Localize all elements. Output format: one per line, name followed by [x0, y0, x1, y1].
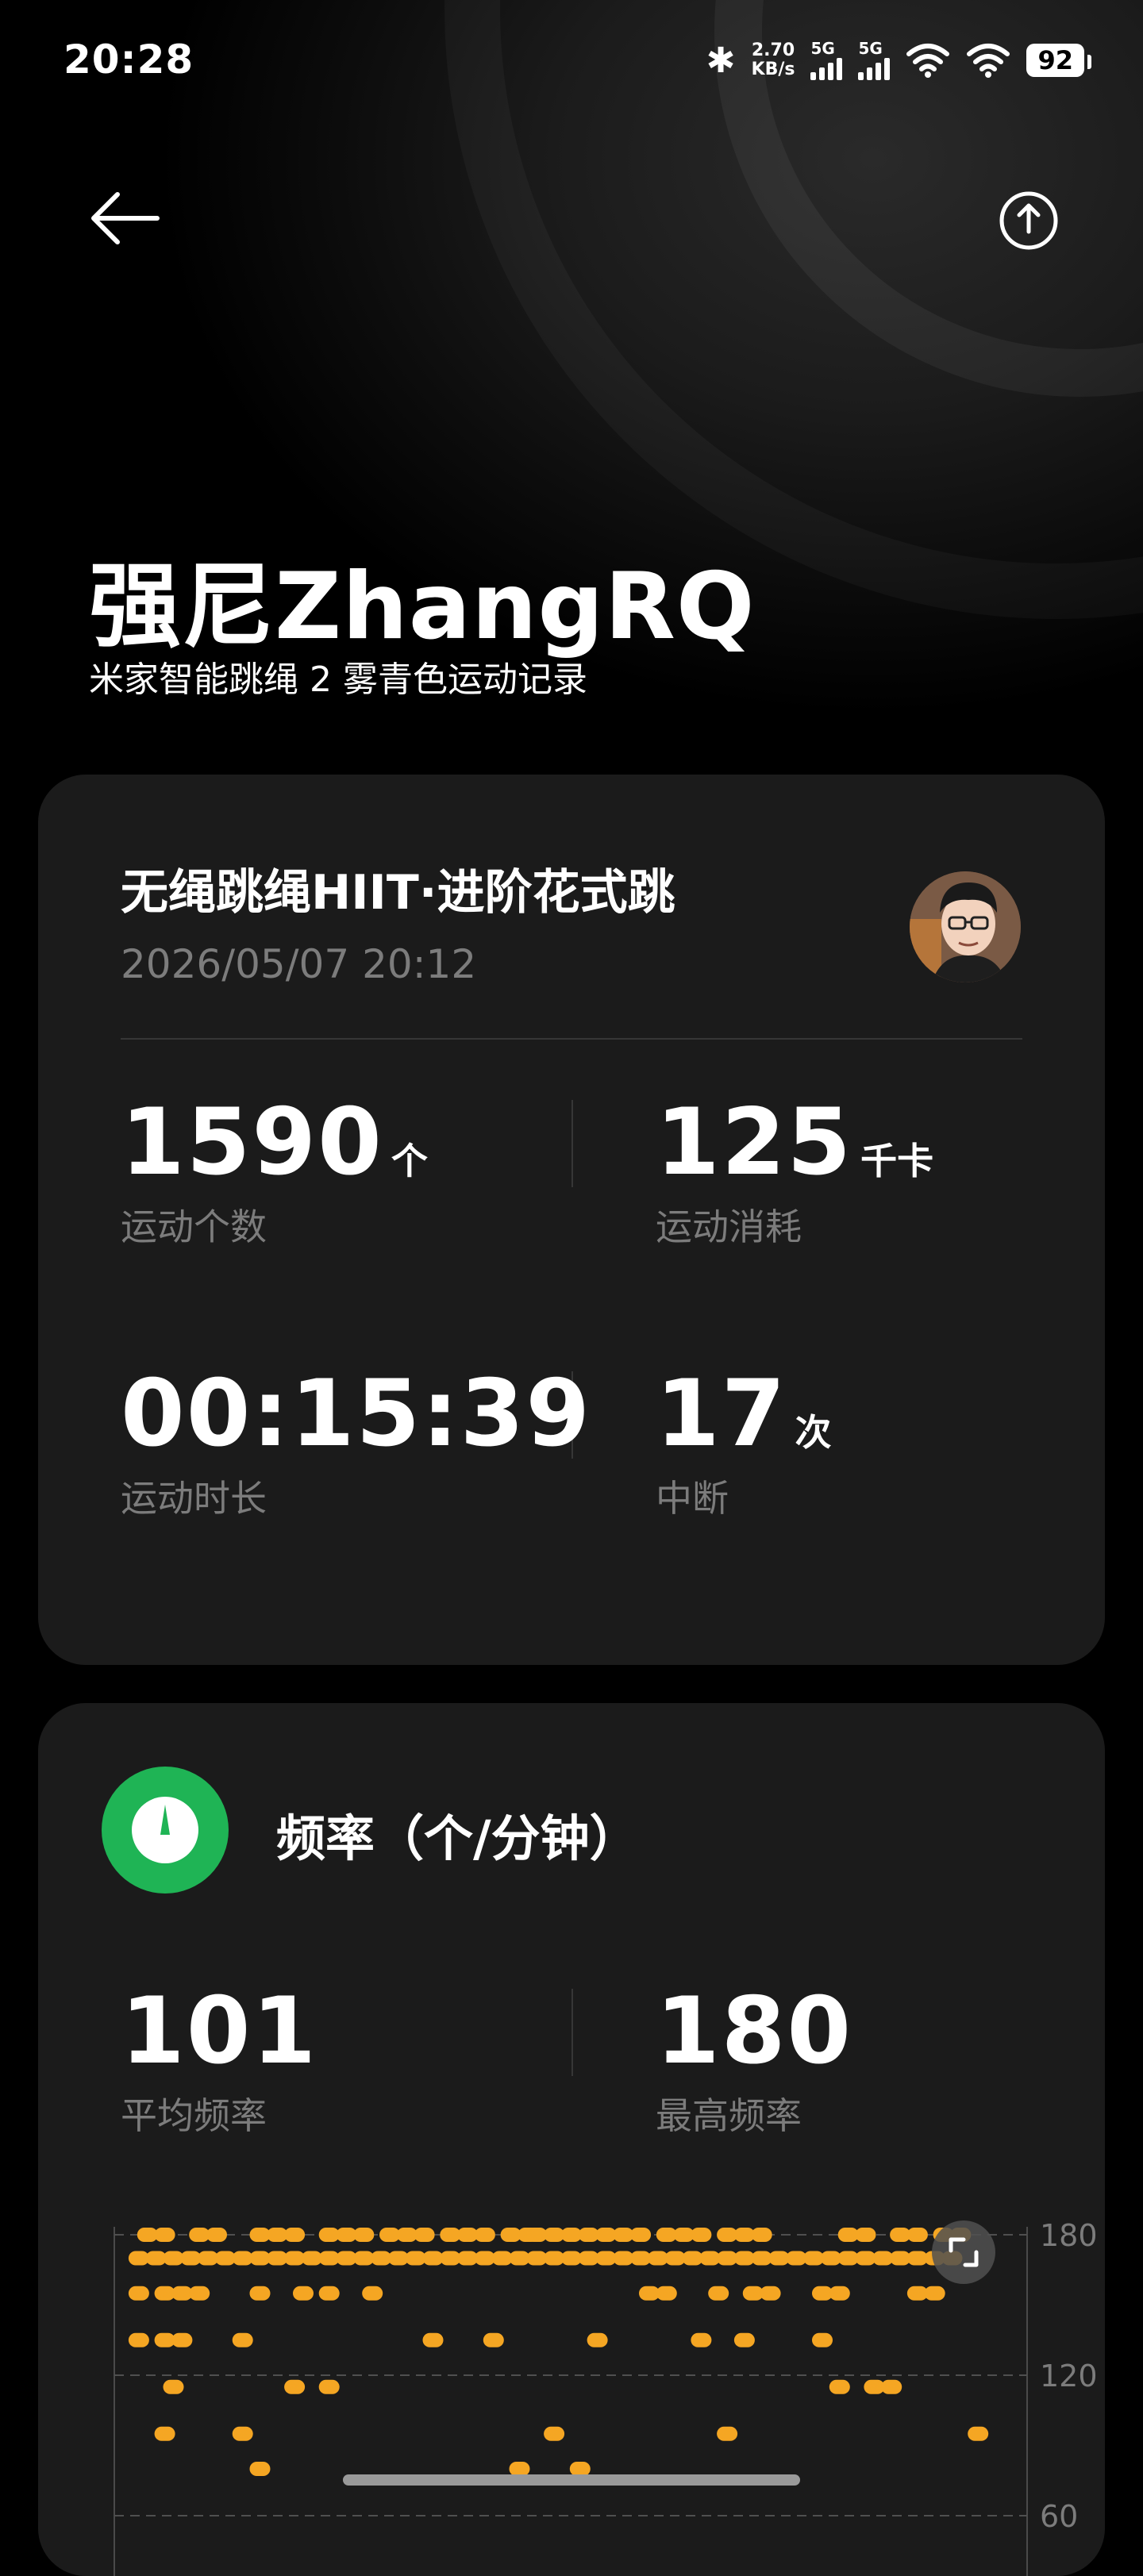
chart-point	[855, 2228, 876, 2242]
chart-point	[924, 2286, 945, 2301]
chart-point	[284, 2228, 306, 2242]
chart-point	[881, 2379, 902, 2394]
signal-icon: 5G	[810, 39, 843, 80]
chart-point	[206, 2228, 227, 2242]
chart-point	[154, 2426, 175, 2441]
stat-calories-label: 运动消耗	[656, 1205, 802, 1248]
chart-point	[128, 2286, 149, 2301]
network-speed-value: 2.70	[751, 40, 795, 60]
chart-point	[691, 2332, 712, 2347]
chart-point	[232, 2426, 253, 2441]
chart-point	[353, 2228, 375, 2242]
chart-point	[656, 2286, 677, 2301]
chart-point	[128, 2332, 149, 2347]
chart-point	[829, 2379, 850, 2394]
status-icons: ✱ 2.70 KB/s 5G 5G 92	[706, 37, 1091, 84]
chart-point	[318, 2379, 340, 2394]
divider	[121, 1038, 1022, 1040]
frequency-card: 频率（个/分钟） 101 平均频率 180 最高频率 180 120 60	[38, 1703, 1105, 2576]
page-title: 强尼ZhangRQ	[89, 553, 756, 660]
status-bar: 20:28 ✱ 2.70 KB/s 5G 5G 92	[0, 0, 1143, 127]
bluetooth-icon: ✱	[706, 40, 736, 81]
chart-point	[189, 2286, 210, 2301]
stat-interruptions: 17 次	[656, 1360, 832, 1467]
chart-point	[829, 2286, 850, 2301]
wifi-icon	[906, 44, 950, 78]
signal-icon: 5G	[858, 39, 891, 80]
stat-duration: 00:15:39	[121, 1360, 592, 1467]
network-speed-unit: KB/s	[751, 60, 795, 79]
chart-point	[691, 2228, 712, 2242]
sim2-label: 5G	[858, 39, 883, 58]
chart-y-tick-label: 120	[1040, 2359, 1098, 2393]
chart-point	[154, 2228, 175, 2242]
chart-y-tick-label: 60	[1040, 2499, 1078, 2534]
chart-point	[544, 2426, 565, 2441]
chart-point	[232, 2332, 253, 2347]
chart-point	[163, 2379, 184, 2394]
chart-point	[249, 2462, 271, 2476]
chart-point	[249, 2286, 271, 2301]
page-subtitle: 米家智能跳绳 2 雾青色运动记录	[89, 659, 587, 700]
network-speed: 2.70 KB/s	[752, 41, 795, 79]
stat-count: 1590 个	[121, 1089, 428, 1196]
expand-chart-button[interactable]	[932, 2220, 995, 2284]
chart-point	[284, 2379, 306, 2394]
chart-point	[414, 2228, 435, 2242]
stat-duration-label: 运动时长	[121, 1477, 267, 1520]
battery-icon: 92	[1026, 44, 1091, 77]
workout-title: 无绳跳绳HIIT·进阶花式跳	[121, 865, 675, 921]
stat-count-label: 运动个数	[121, 1205, 267, 1248]
avatar[interactable]	[910, 871, 1021, 982]
chart-point	[906, 2228, 928, 2242]
workout-summary-card: 无绳跳绳HIIT·进阶花式跳 2026/05/07 20:12 1590 个 运动…	[38, 775, 1105, 1665]
status-time: 20:28	[64, 37, 194, 83]
frequency-chart: 180 120 60	[38, 1703, 1105, 2576]
chart-point	[968, 2426, 989, 2441]
chart-y-tick-label: 180	[1040, 2218, 1098, 2253]
share-button[interactable]	[995, 187, 1062, 254]
wifi-icon	[967, 44, 1010, 78]
share-icon	[999, 191, 1058, 250]
sim1-label: 5G	[810, 39, 835, 58]
chart-point	[751, 2228, 772, 2242]
chart-point	[474, 2228, 495, 2242]
chart-point	[708, 2286, 729, 2301]
workout-datetime: 2026/05/07 20:12	[121, 941, 477, 987]
back-button[interactable]	[86, 183, 165, 254]
chart-point	[362, 2286, 383, 2301]
divider	[572, 1100, 573, 1187]
arrow-left-icon	[91, 192, 160, 244]
chart-point	[587, 2332, 608, 2347]
chart-point	[630, 2228, 652, 2242]
chart-point	[318, 2286, 340, 2301]
chart-point	[293, 2286, 314, 2301]
chart-point	[812, 2332, 833, 2347]
home-indicator[interactable]	[343, 2474, 800, 2486]
chart-point	[733, 2332, 755, 2347]
chart-point	[422, 2332, 444, 2347]
stat-interruptions-label: 中断	[656, 1477, 729, 1520]
chart-point	[717, 2426, 738, 2441]
chart-point	[760, 2286, 781, 2301]
frequency-chart-svg: 180 120 60	[114, 2218, 1098, 2576]
avatar-illustration	[910, 871, 1021, 982]
chart-point	[483, 2332, 504, 2347]
stat-calories: 125 千卡	[656, 1089, 934, 1196]
chart-point	[171, 2332, 193, 2347]
